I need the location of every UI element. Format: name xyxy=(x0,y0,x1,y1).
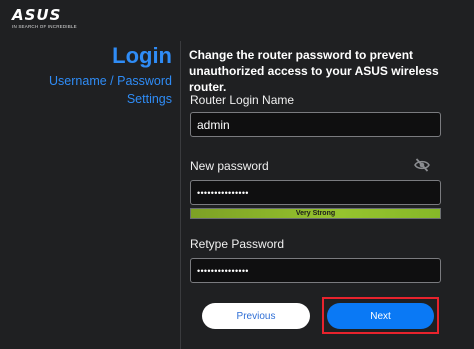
page-title: Login xyxy=(112,43,172,68)
retype-password-label: Retype Password xyxy=(190,237,285,251)
new-password-label: New password xyxy=(190,159,269,173)
logo-wordmark: ASUS xyxy=(12,6,62,24)
sidebar-subtitle-line1: Username / Password xyxy=(49,74,172,88)
instruction-heading: Change the router password to prevent un… xyxy=(189,48,439,94)
vertical-divider xyxy=(180,41,181,349)
previous-button[interactable]: Previous xyxy=(202,303,310,329)
eye-slash-icon[interactable] xyxy=(414,158,430,172)
sidebar-subtitle: Username / Password Settings xyxy=(49,72,172,108)
sidebar-subtitle-line2: Settings xyxy=(126,92,172,106)
new-password-value: ••••••••••••••• xyxy=(197,187,249,198)
logo-tagline: IN SEARCH OF INCREDIBLE xyxy=(12,24,77,29)
retype-password-value: ••••••••••••••• xyxy=(197,265,249,276)
login-name-input[interactable]: admin xyxy=(190,112,441,137)
password-strength-meter: Very Strong xyxy=(190,208,441,219)
password-strength-label: Very Strong xyxy=(295,210,336,217)
asus-logo: ASUS IN SEARCH OF INCREDIBLE xyxy=(12,6,77,30)
next-button-highlight-box xyxy=(322,297,439,334)
sidebar: Login Username / Password Settings xyxy=(49,44,172,108)
retype-password-input[interactable]: ••••••••••••••• xyxy=(190,258,441,283)
new-password-input[interactable]: ••••••••••••••• xyxy=(190,180,441,205)
login-name-value: admin xyxy=(197,117,230,132)
login-name-label: Router Login Name xyxy=(190,93,295,107)
